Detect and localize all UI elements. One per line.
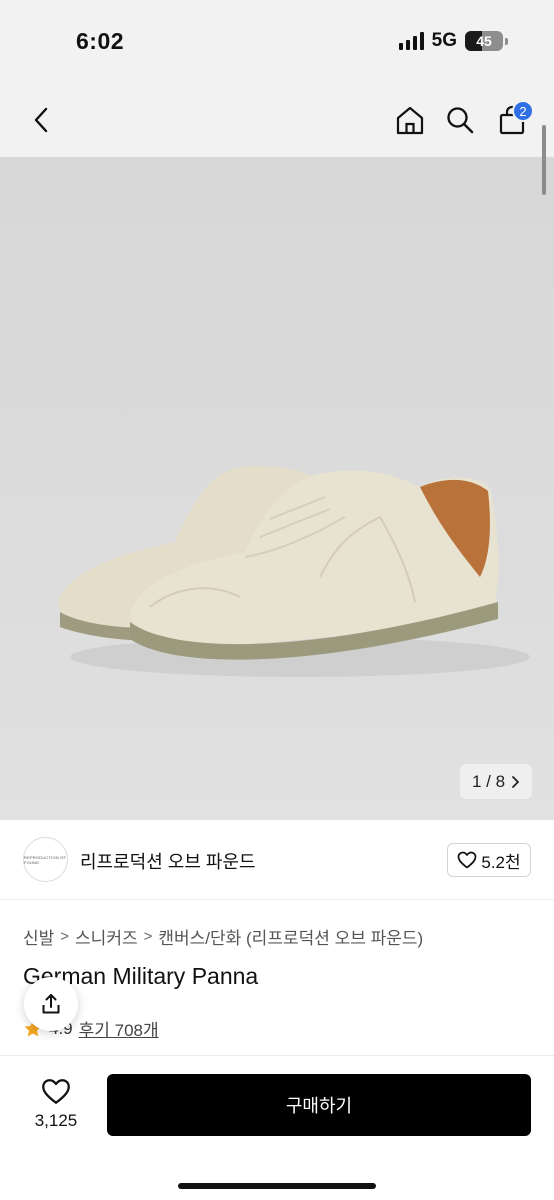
back-button[interactable] [22,98,62,142]
brand-logo[interactable]: REPRODUCTION OF FOUND [23,837,68,882]
signal-icon [398,32,424,50]
cart-badge: 2 [512,100,534,122]
share-icon [42,994,60,1014]
brand-logo-text: REPRODUCTION OF FOUND [24,854,67,865]
brand-like-button[interactable]: 5.2천 [447,843,531,877]
wishlist-button[interactable]: 3,125 [26,1078,86,1131]
product-image [58,466,530,677]
breadcrumb-separator: > [143,928,153,945]
wishlist-count: 3,125 [34,1111,78,1130]
status-time: 6:02 [76,28,125,54]
breadcrumb-item[interactable]: 신발 [23,924,54,949]
brand-like-count: 5.2천 [481,852,521,872]
search-button[interactable] [440,98,480,142]
search-icon [447,107,474,134]
breadcrumb-separator: > [60,928,70,945]
brand-name[interactable]: 리프로덕션 오브 파운드 [80,848,256,874]
product-image-gallery[interactable]: 1 / 8 [0,157,554,820]
cart-button[interactable]: 2 [492,98,534,142]
breadcrumb-item[interactable]: 스니커즈 [75,924,138,949]
network-label: 5G [431,30,457,51]
status-bar: 6:02 5G 45 [0,0,554,84]
share-button[interactable] [24,977,78,1031]
home-button[interactable] [390,98,430,142]
scrollbar[interactable] [542,125,546,195]
status-indicators: 5G 45 [398,30,508,52]
battery-tip [505,37,508,45]
nav-bar: 2 [0,84,554,157]
heart-icon [458,851,477,869]
image-counter: 1 / 8 [471,771,506,791]
home-icon [396,106,424,135]
battery-percent: 45 [476,33,492,49]
image-counter-button[interactable]: 1 / 8 [460,764,532,799]
chevron-right-icon [512,775,519,788]
review-link[interactable]: 후기 708개 [79,1016,159,1041]
battery-icon: 45 [465,31,503,51]
chevron-left-icon [34,107,48,133]
breadcrumb-item[interactable]: 캔버스/단화 (리프로덕션 오브 파운드) [158,924,423,949]
bottom-action-bar: 3,125 구매하기 [0,1055,554,1200]
heart-icon [42,1079,70,1104]
brand-row[interactable]: REPRODUCTION OF FOUND 리프로덕션 오브 파운드 5.2천 [0,820,554,900]
buy-button[interactable]: 구매하기 [107,1074,531,1136]
breadcrumb: 신발 > 스니커즈 > 캔버스/단화 (리프로덕션 오브 파운드) [23,924,423,949]
home-indicator [178,1183,376,1189]
